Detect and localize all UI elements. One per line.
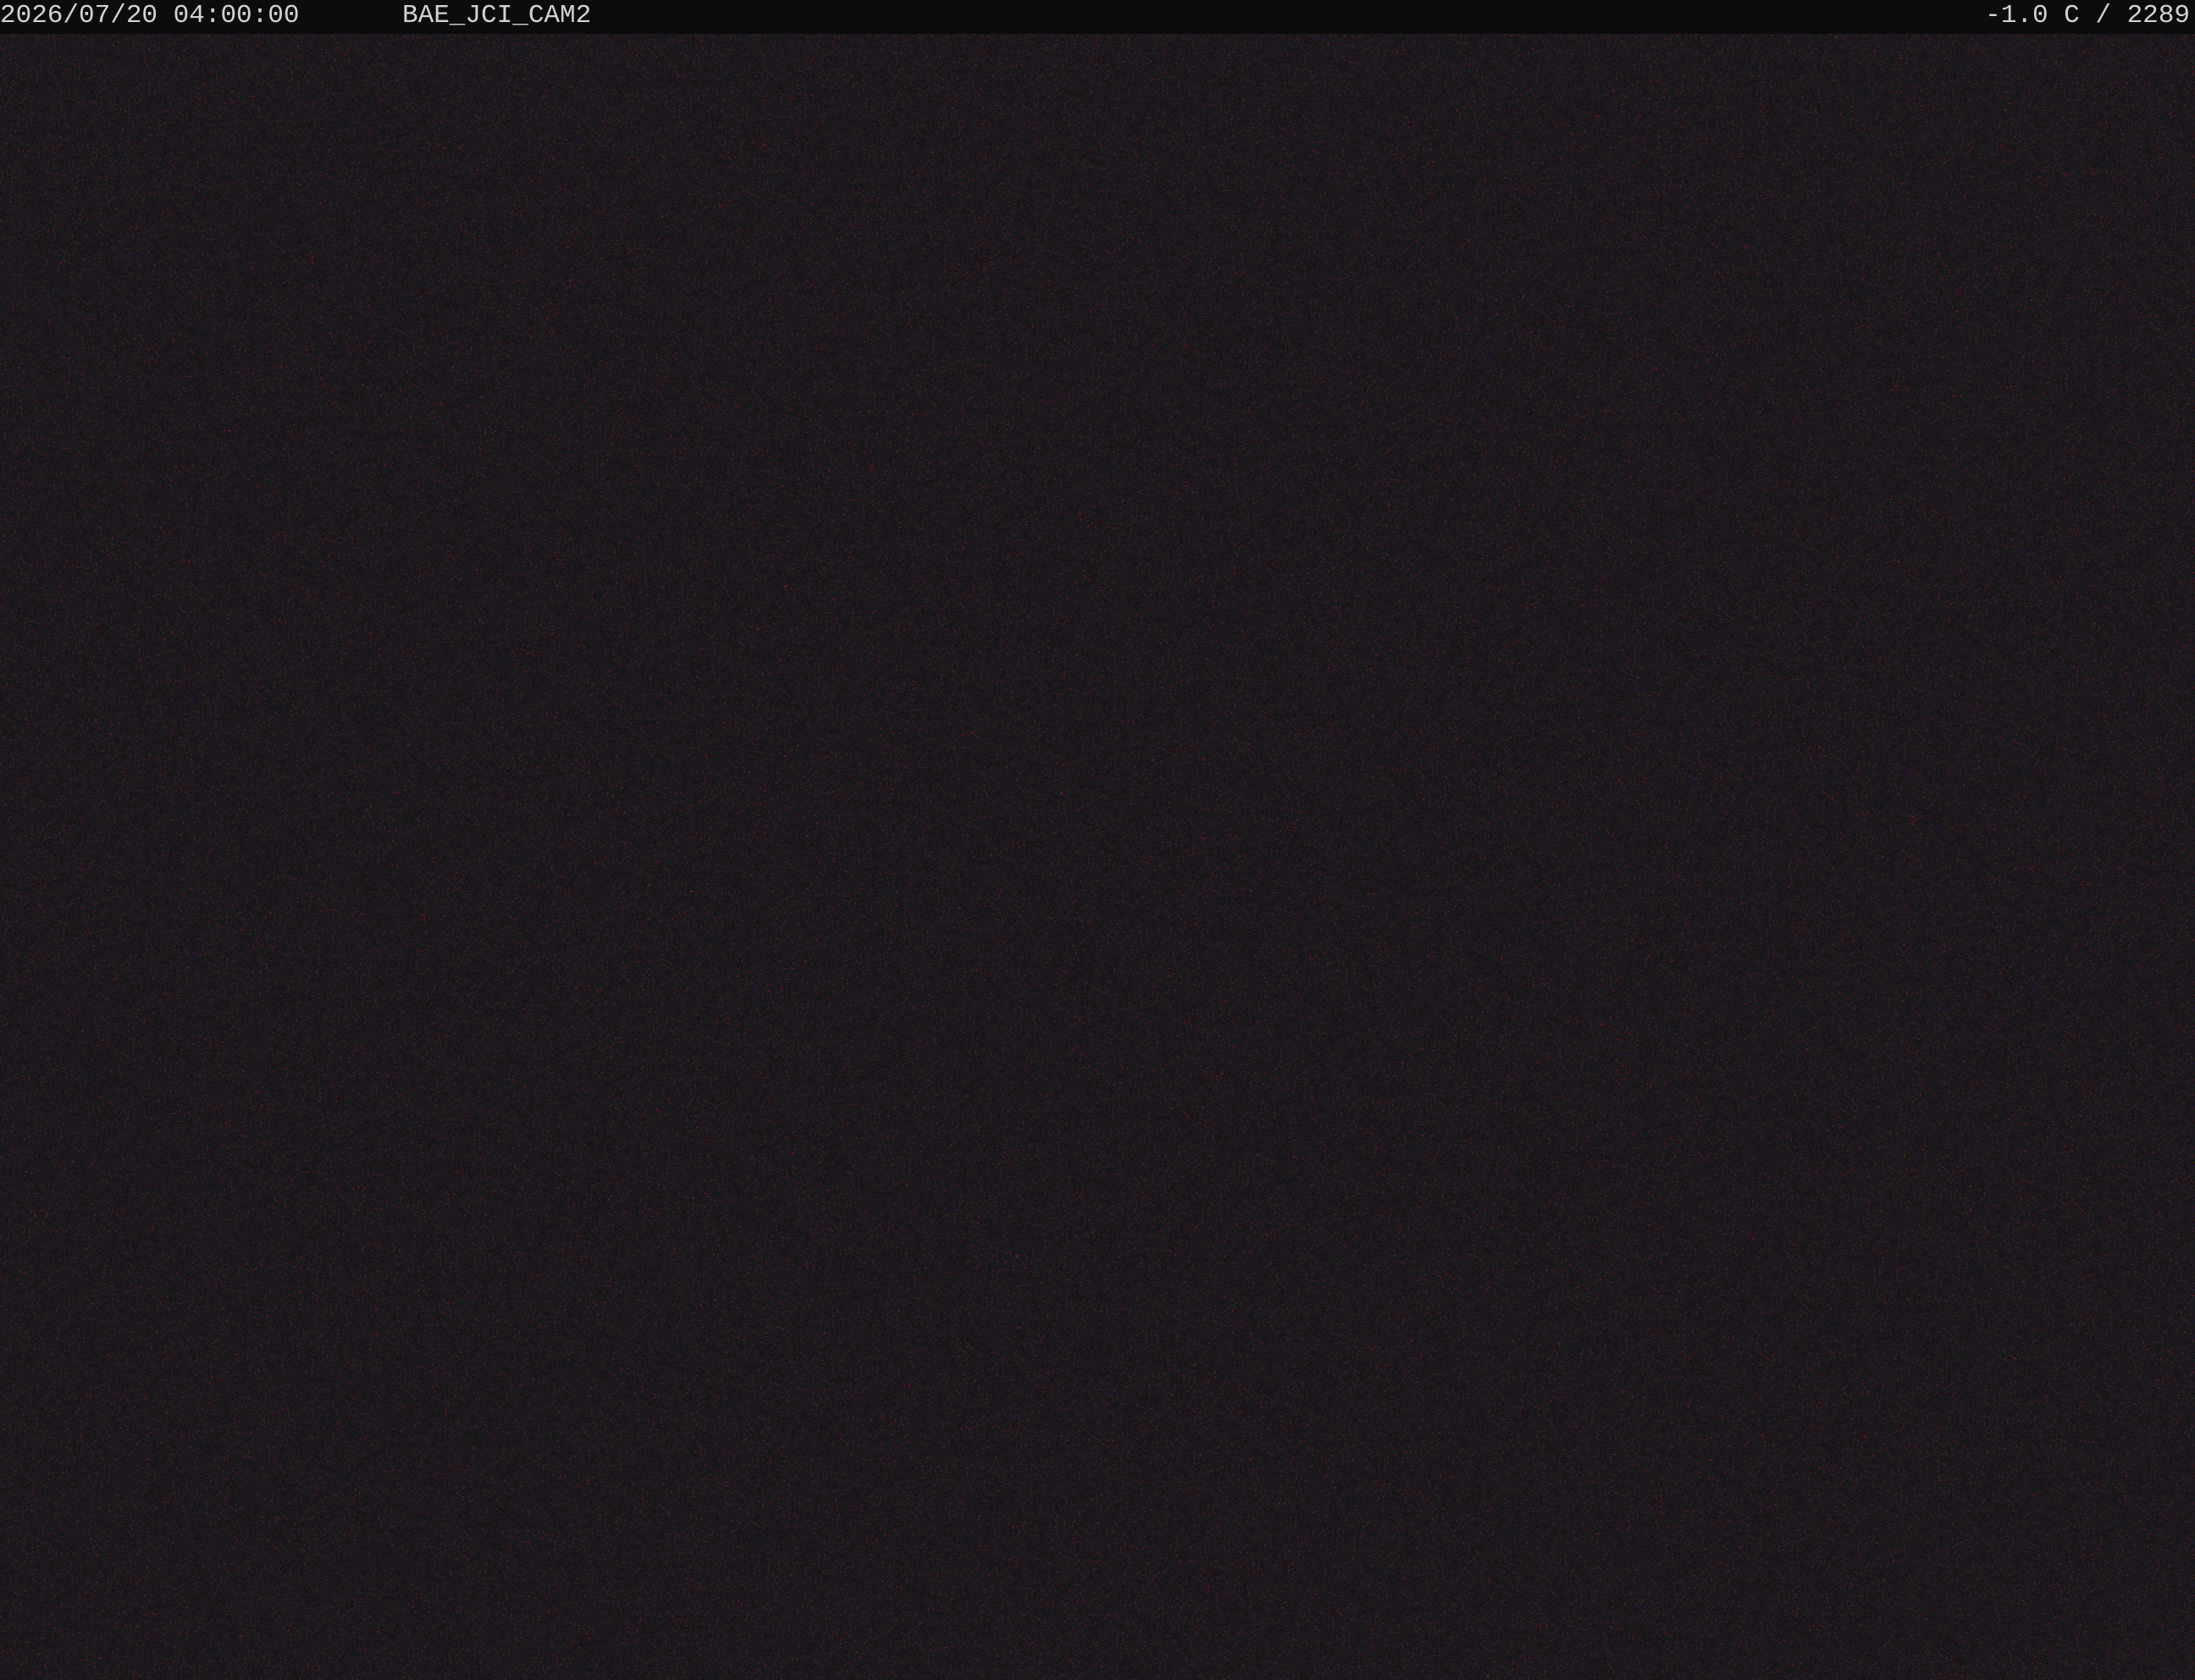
timestamp-label: 2026/07/20 04:00:00 (0, 1, 300, 30)
night-camera-image (0, 0, 2195, 1680)
webcam-frame: 2026/07/20 04:00:00 BAE_JCI_CAM2 -1.0 C … (0, 0, 2195, 1680)
camera-id-label: BAE_JCI_CAM2 (402, 1, 592, 30)
osd-overlay-bar: 2026/07/20 04:00:00 BAE_JCI_CAM2 -1.0 C … (0, 0, 2195, 34)
temperature-reading-label: -1.0 C / 2289 (1985, 1, 2190, 30)
